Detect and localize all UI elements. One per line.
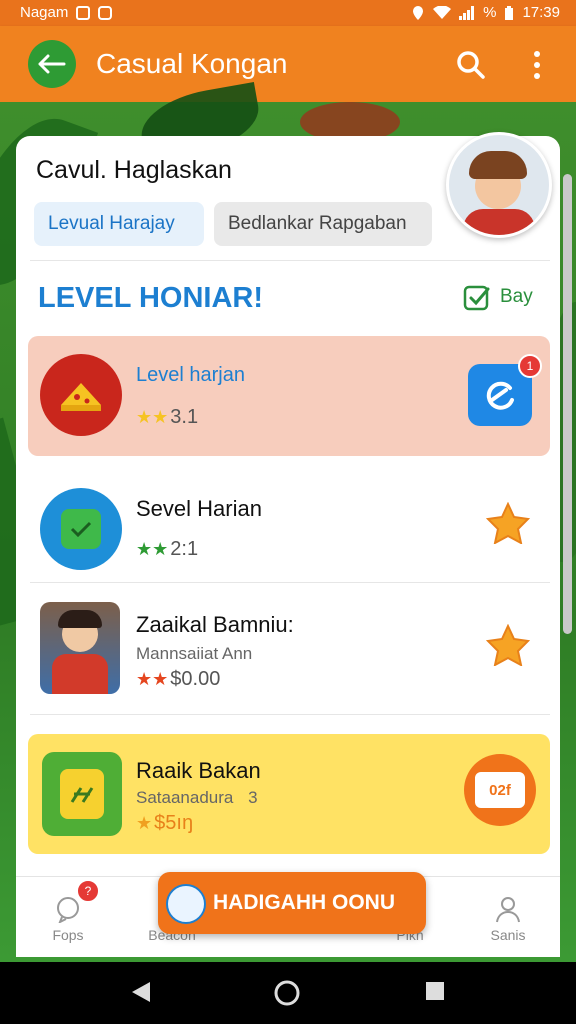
list-item[interactable]: Level harjan ★★ 3.1 1 — [28, 336, 550, 456]
divider — [30, 260, 550, 261]
person-icon — [496, 897, 520, 923]
thumbnail-image — [40, 602, 120, 694]
rating-value: $0.00 — [170, 668, 221, 690]
app-bar: Casual Kongan — [0, 26, 576, 102]
circle-home-icon — [274, 980, 300, 1006]
chip-levual-harajay[interactable]: Levual Harajay — [34, 202, 204, 246]
more-button[interactable] — [532, 50, 542, 85]
jar-icon — [70, 787, 94, 803]
divider — [30, 582, 550, 583]
back-nav-button[interactable] — [130, 980, 152, 1009]
cta-button[interactable]: HADIGAHH OONU — [158, 872, 426, 934]
section-action-label: Bay — [500, 286, 533, 307]
status-bar: Nagam % 17:39 — [0, 0, 576, 26]
briefcase-label: 02f — [489, 781, 511, 799]
level-icon — [40, 488, 122, 570]
list-item[interactable]: Zaaikal Bamniu: Mannsaiiat Ann ★★ $0.00 — [28, 596, 550, 716]
refresh-icon — [486, 381, 514, 410]
level-icon — [40, 354, 122, 436]
search-button[interactable] — [456, 50, 486, 85]
nav-item-sanis[interactable]: Sanis — [468, 895, 548, 943]
section-action-button[interactable]: Bay — [462, 282, 533, 312]
cheese-icon — [61, 383, 101, 411]
star-icon — [485, 623, 531, 667]
list-item-rating: ★★ $0.00 — [136, 668, 221, 690]
clock: 17:39 — [522, 4, 560, 21]
list-item-title: Zaaikal Bamniu: — [136, 612, 294, 637]
search-icon — [457, 51, 485, 79]
list-item-title: Sevel Harian — [136, 496, 262, 521]
list-item[interactable]: Raaik Bakan Sataanadura 3 ★ $5ıŋ 02f — [28, 734, 550, 854]
check-icon — [70, 521, 92, 537]
list-item-rating: ★★ 2:1 — [136, 538, 199, 560]
level-icon — [42, 752, 122, 836]
nav-badge: ? — [76, 879, 100, 903]
chat-icon — [57, 897, 79, 923]
list-item-rating: ★★ 3.1 — [136, 406, 199, 428]
notification-badge: 1 — [518, 354, 542, 378]
rating-value: 3.1 — [170, 406, 199, 428]
nav-item-label: Fops — [52, 927, 84, 943]
rating-value: $5ıŋ — [154, 812, 194, 834]
notification-icon — [76, 5, 91, 20]
favorite-button[interactable] — [485, 623, 531, 671]
list-item[interactable]: Sevel Harian ★★ 2:1 — [28, 466, 550, 586]
briefcase-button[interactable]: 02f — [464, 754, 536, 826]
app-title: Casual Kongan — [96, 48, 288, 79]
notification-icon — [98, 5, 113, 20]
main-card: Cavul. Haglaskan Levual Harajay Bedlanka… — [16, 136, 560, 956]
star-icon — [485, 501, 531, 545]
section-title: LEVEL HONIAR! — [38, 282, 264, 314]
battery-icon — [505, 5, 514, 20]
back-button[interactable] — [28, 40, 76, 88]
system-nav-bar — [0, 962, 576, 1024]
chat-bubble-icon — [166, 884, 206, 924]
scrollbar[interactable] — [563, 174, 572, 634]
favorite-button[interactable] — [485, 501, 531, 549]
square-recents-icon — [426, 982, 444, 1000]
list-item-subtitle-suffix: 3 — [248, 788, 258, 807]
rating-value: 2:1 — [170, 538, 199, 560]
wifi-icon — [433, 5, 452, 19]
cta-label: HADIGAHH OONU — [213, 891, 395, 914]
recents-nav-button[interactable] — [424, 980, 446, 1007]
carrier-label: Nagam — [20, 4, 69, 21]
battery-label: % — [483, 4, 497, 21]
home-nav-button[interactable] — [274, 980, 300, 1011]
nav-item-label: Sanis — [490, 927, 526, 943]
more-vert-icon — [534, 51, 540, 79]
list-item-subtitle: Mannsaiiat Ann — [136, 644, 253, 663]
list-item-subtitle: Sataanadura 3 — [136, 788, 258, 807]
action-button[interactable]: 1 — [468, 354, 542, 426]
back-arrow-icon — [38, 54, 66, 74]
divider — [30, 714, 550, 715]
profile-name: Cavul. Haglaskan — [36, 156, 232, 184]
list-item-title: Level harjan — [136, 364, 245, 386]
nav-item-fops[interactable]: Fops ? — [28, 879, 108, 943]
list-item-title: Raaik Bakan — [136, 758, 261, 783]
location-icon — [413, 5, 424, 20]
list-item-rating: ★ $5ıŋ — [136, 812, 194, 834]
checkbox-icon — [463, 285, 490, 311]
signal-icon — [459, 5, 475, 20]
avatar[interactable] — [446, 132, 552, 238]
chip-bedlankar-rapgaban[interactable]: Bedlankar Rapgaban — [214, 202, 432, 246]
triangle-back-icon — [132, 982, 150, 1002]
